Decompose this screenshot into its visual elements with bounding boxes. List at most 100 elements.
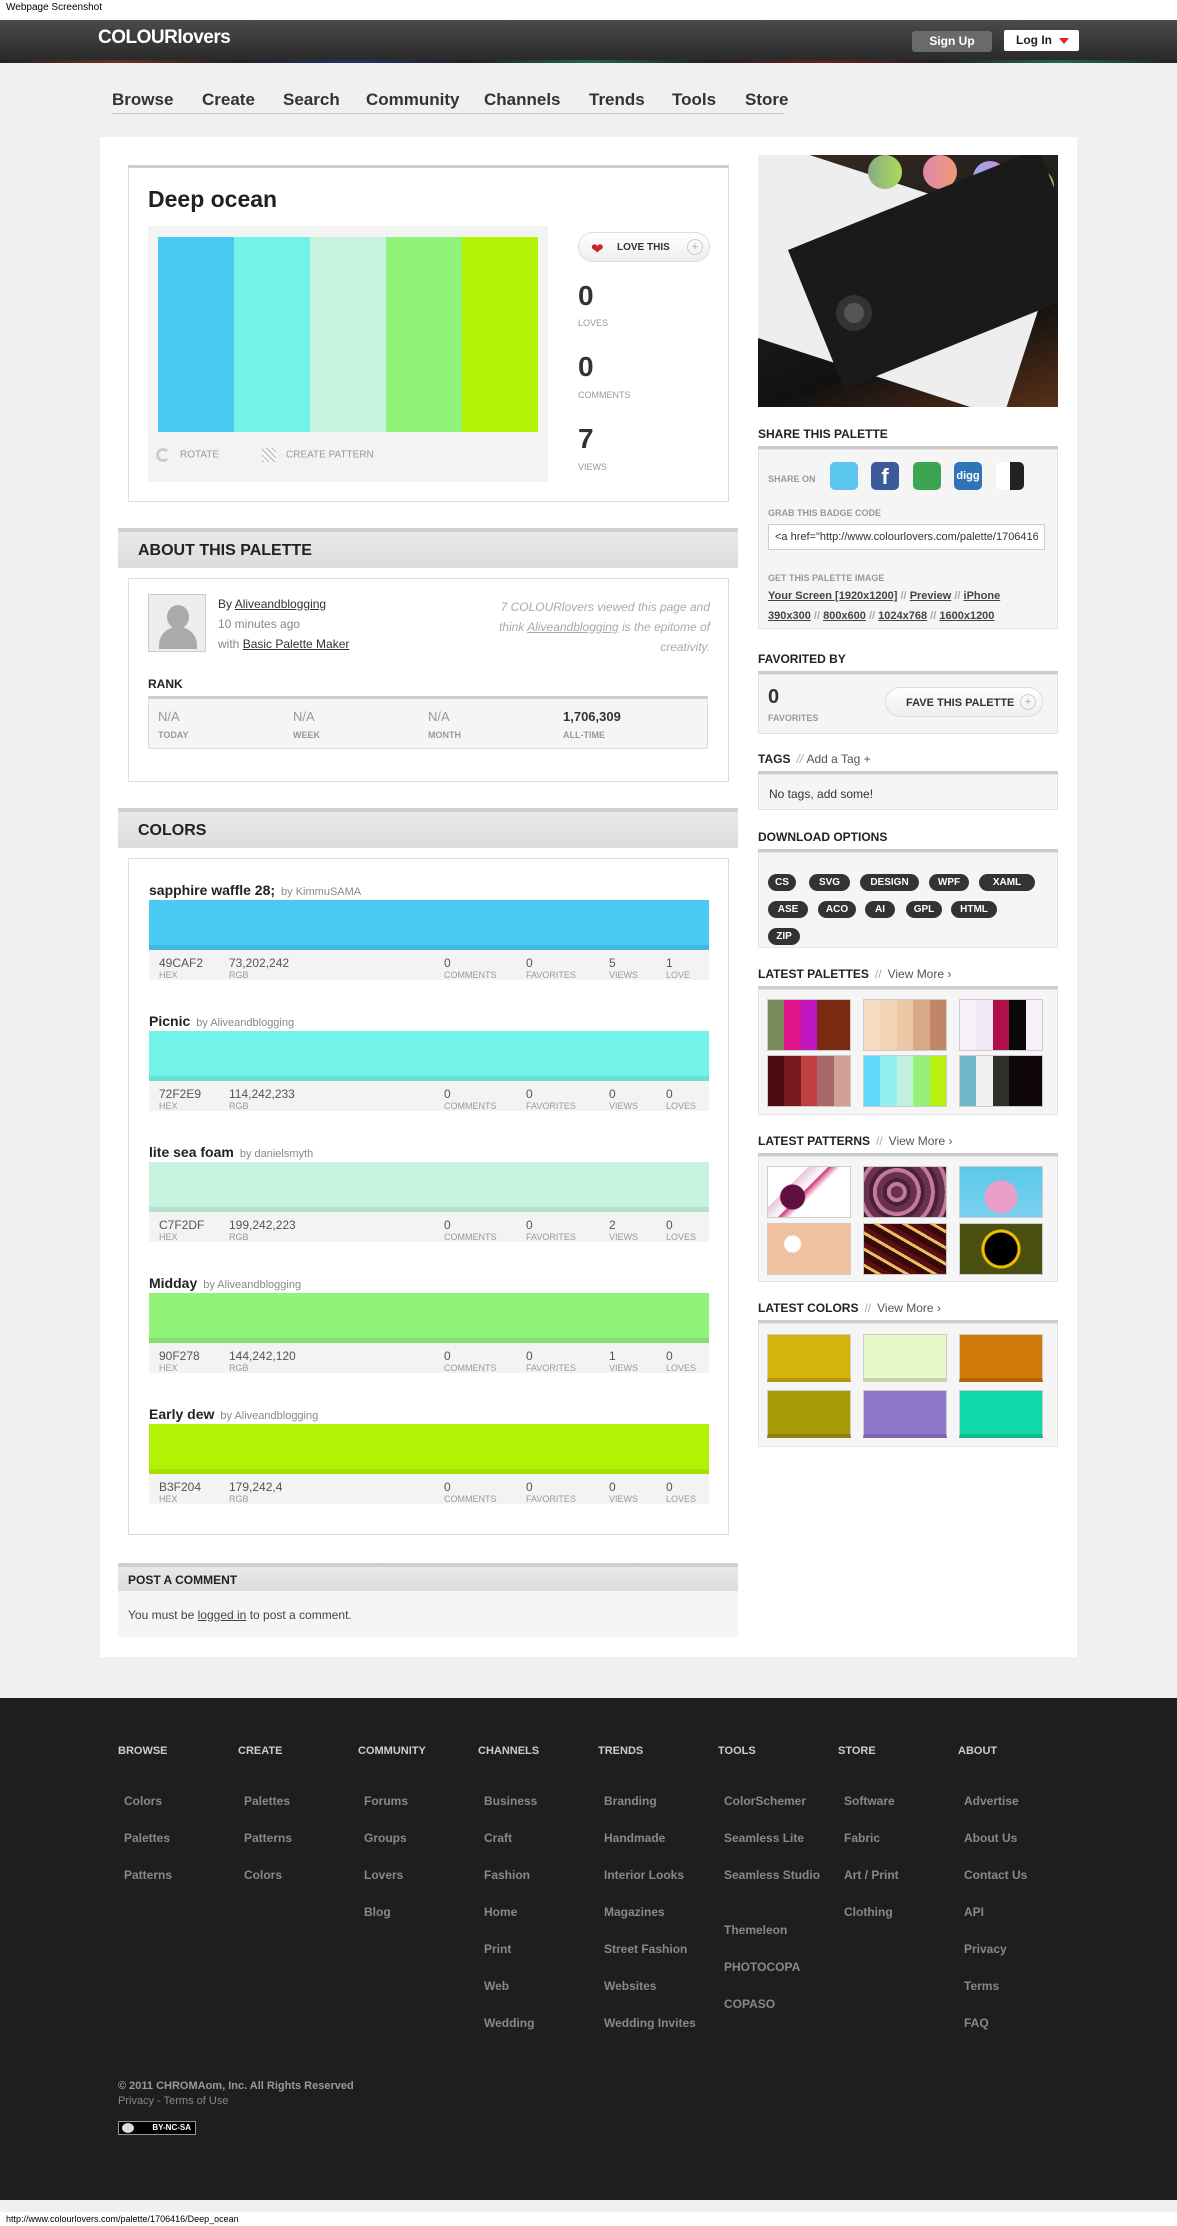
footer-link[interactable]: Websites [604, 1977, 704, 1996]
love-this-button[interactable]: ❤ LOVE THIS + [578, 232, 710, 262]
nav-store[interactable]: Store [745, 90, 788, 110]
footer-link[interactable]: Blog [364, 1903, 464, 1922]
facebook-icon[interactable]: f [871, 462, 899, 490]
download-gpl-button[interactable]: GPL [906, 901, 942, 918]
privacy-link[interactable]: Privacy [118, 2095, 154, 2107]
color-name[interactable]: lite sea foam [149, 1144, 234, 1160]
pattern-thumb[interactable] [863, 1166, 947, 1218]
footer-link[interactable]: Groups [364, 1829, 464, 1848]
color-author[interactable]: by Aliveandblogging [220, 1410, 318, 1422]
color-thumb[interactable] [767, 1390, 851, 1438]
palette-swatch[interactable] [234, 237, 310, 432]
pattern-thumb[interactable] [959, 1166, 1043, 1218]
palette-thumb[interactable] [767, 999, 851, 1051]
footer-link[interactable]: Home [484, 1903, 584, 1922]
download-ai-button[interactable]: AI [865, 901, 895, 918]
download-html-button[interactable]: HTML [951, 901, 997, 918]
twitter-icon[interactable] [830, 462, 858, 490]
sign-up-button[interactable]: Sign Up [912, 31, 992, 52]
footer-link[interactable]: Print [484, 1940, 584, 1959]
nav-community[interactable]: Community [366, 90, 460, 110]
footer-link[interactable]: Terms [964, 1977, 1064, 1996]
footer-link[interactable]: Contact Us [964, 1866, 1064, 1885]
footer-link[interactable]: Seamless Lite [724, 1829, 824, 1848]
palette-thumb[interactable] [767, 1055, 851, 1107]
digg-icon[interactable]: digg [954, 462, 982, 490]
terms-link[interactable]: Terms of Use [164, 2095, 229, 2107]
rotate-link[interactable]: ROTATE [156, 448, 219, 462]
palette-swatch[interactable] [462, 237, 538, 432]
footer-link[interactable]: Colors [244, 1866, 344, 1885]
cc-license-badge[interactable]: BY-NC-SA [118, 2121, 196, 2135]
footer-link[interactable]: Wedding Invites [604, 2014, 704, 2033]
footer-link[interactable]: ColorSchemer [724, 1792, 824, 1811]
download-zip-button[interactable]: ZIP [768, 928, 800, 945]
download-aco-button[interactable]: ACO [818, 901, 856, 918]
size-link[interactable]: 800x600 [823, 610, 866, 622]
quote-author[interactable]: Aliveandblogging [527, 620, 618, 634]
download-cs-button[interactable]: CS [768, 874, 796, 891]
footer-link[interactable]: About Us [964, 1829, 1064, 1848]
color-name[interactable]: Midday [149, 1275, 197, 1291]
color-author[interactable]: by danielsmyth [240, 1148, 313, 1160]
color-name[interactable]: Picnic [149, 1013, 190, 1029]
view-more-colors-link[interactable]: View More › [877, 1301, 941, 1315]
pattern-thumb[interactable] [959, 1223, 1043, 1275]
palette-swatch[interactable] [386, 237, 462, 432]
download-design-button[interactable]: DESIGN [860, 874, 919, 891]
color-thumb[interactable] [959, 1334, 1043, 1382]
footer-link[interactable]: Advertise [964, 1792, 1064, 1811]
footer-link[interactable]: Clothing [844, 1903, 944, 1922]
pattern-thumb[interactable] [767, 1166, 851, 1218]
footer-link[interactable]: Lovers [364, 1866, 464, 1885]
palette-thumb[interactable] [959, 999, 1043, 1051]
footer-link[interactable]: Branding [604, 1792, 704, 1811]
color-bar[interactable] [149, 1293, 709, 1343]
avatar[interactable] [148, 594, 206, 652]
nav-create[interactable]: Create [202, 90, 255, 110]
color-author[interactable]: by Aliveandblogging [196, 1017, 294, 1029]
site-logo[interactable]: COLOURlovers [98, 27, 231, 49]
footer-link[interactable]: Privacy [964, 1940, 1064, 1959]
color-thumb[interactable] [863, 1390, 947, 1438]
author-link[interactable]: Aliveandblogging [235, 597, 326, 611]
size-link[interactable]: 390x300 [768, 610, 811, 622]
logged-in-link[interactable]: logged in [198, 1608, 247, 1622]
color-thumb[interactable] [767, 1334, 851, 1382]
tool-link[interactable]: Basic Palette Maker [243, 637, 350, 651]
create-pattern-link[interactable]: CREATE PATTERN [262, 448, 374, 462]
download-xaml-button[interactable]: XAML [979, 874, 1035, 891]
footer-link[interactable]: Forums [364, 1792, 464, 1811]
footer-link[interactable]: Interior Looks [604, 1866, 704, 1885]
color-bar[interactable] [149, 1031, 709, 1081]
color-bar[interactable] [149, 1424, 709, 1474]
add-tag-link[interactable]: Add a Tag + [806, 752, 870, 766]
promo-image[interactable] [758, 155, 1058, 407]
footer-link[interactable]: Palettes [124, 1829, 224, 1848]
footer-link[interactable]: Handmade [604, 1829, 704, 1848]
color-author[interactable]: by KimmuSAMA [281, 886, 361, 898]
color-thumb[interactable] [959, 1390, 1043, 1438]
footer-link[interactable]: Art / Print [844, 1866, 944, 1885]
view-more-patterns-link[interactable]: View More › [889, 1134, 953, 1148]
preview-link[interactable]: Preview [910, 590, 952, 602]
view-more-palettes-link[interactable]: View More › [888, 967, 952, 981]
delicious-icon[interactable] [996, 462, 1024, 490]
footer-link[interactable]: Craft [484, 1829, 584, 1848]
footer-link[interactable]: Patterns [244, 1829, 344, 1848]
stumbleupon-icon[interactable] [913, 462, 941, 490]
color-bar[interactable] [149, 900, 709, 950]
nav-search[interactable]: Search [283, 90, 340, 110]
footer-link[interactable]: Seamless Studio [724, 1866, 824, 1885]
color-name[interactable]: sapphire waffle 28; [149, 882, 275, 898]
badge-code-input[interactable] [768, 524, 1045, 550]
palette-thumb[interactable] [863, 1055, 947, 1107]
footer-link[interactable]: Web [484, 1977, 584, 1996]
footer-link[interactable]: Business [484, 1792, 584, 1811]
download-svg-button[interactable]: SVG [809, 874, 850, 891]
footer-link[interactable]: Themeleon [724, 1921, 824, 1940]
color-thumb[interactable] [863, 1334, 947, 1382]
nav-trends[interactable]: Trends [589, 90, 645, 110]
size-link[interactable]: 1024x768 [878, 610, 927, 622]
footer-link[interactable]: PHOTOCOPA [724, 1958, 824, 1977]
